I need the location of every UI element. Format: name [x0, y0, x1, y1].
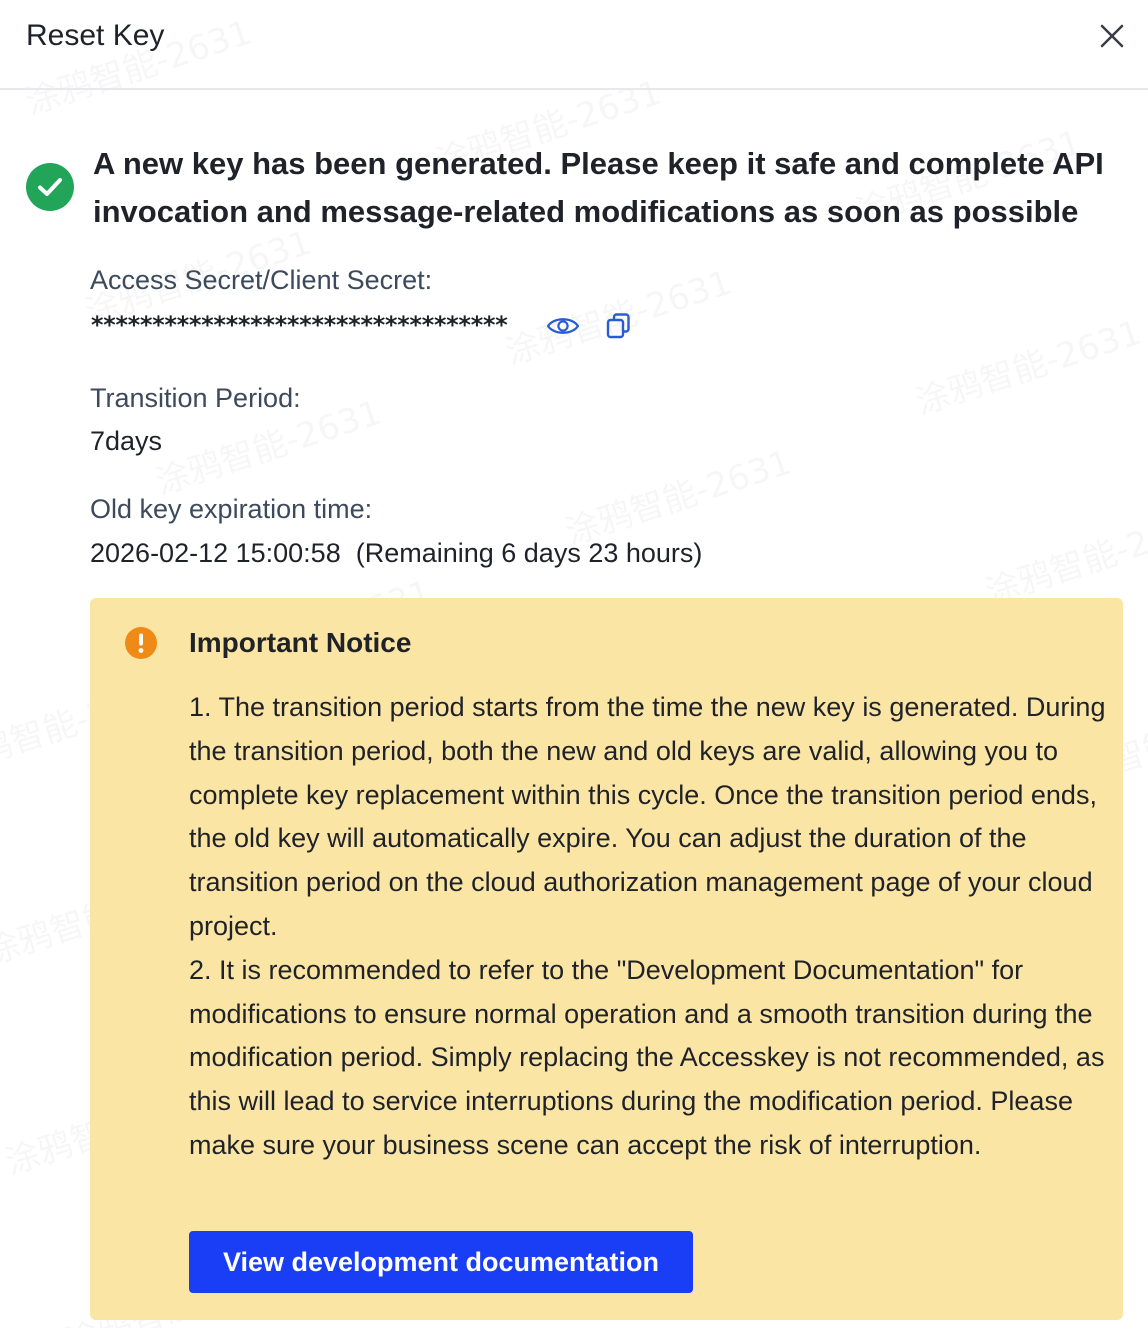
check-circle-icon — [26, 163, 74, 211]
dialog-title: Reset Key — [26, 19, 165, 52]
notice-paragraph: 1. The transition period starts from the… — [189, 692, 1106, 941]
notice-title: Important Notice — [189, 627, 412, 658]
warning-circle-icon — [124, 626, 158, 660]
notice-body: 1. The transition period starts from the… — [189, 686, 1109, 1168]
transition-period-label: Transition Period: — [90, 383, 301, 413]
close-icon — [1100, 24, 1124, 48]
dialog-header: Reset Key — [0, 0, 1148, 90]
reveal-secret-button[interactable] — [546, 312, 580, 345]
copy-secret-button[interactable] — [604, 311, 634, 346]
eye-icon — [546, 318, 580, 334]
reset-key-dialog: 涂鸦智能-2631 涂鸦智能-2631 涂鸦智能-2631 涂鸦智能-2631 … — [0, 0, 1148, 1328]
important-notice: Important Notice 1. The transition perio… — [90, 598, 1123, 1320]
copy-icon — [606, 313, 630, 339]
transition-period-value: 7days — [90, 426, 163, 456]
expiration-label: Old key expiration time: — [90, 494, 373, 524]
view-documentation-button[interactable]: View development documentation — [189, 1231, 693, 1293]
notice-paragraph: 2. It is recommended to refer to the "De… — [189, 954, 1105, 1160]
expiration-value: 2026-02-12 15:00:58 (Remaining 6 days 23… — [90, 538, 703, 568]
secret-label: Access Secret/Client Secret: — [90, 265, 433, 295]
success-message: A new key has been generated. Please kee… — [93, 146, 1104, 229]
watermark-text: 涂鸦智能-2631 — [978, 495, 1148, 614]
secret-masked-value: ********************************** — [90, 311, 509, 339]
close-button[interactable] — [1094, 18, 1130, 54]
watermark-text: 涂鸦智能-2631 — [908, 305, 1146, 424]
